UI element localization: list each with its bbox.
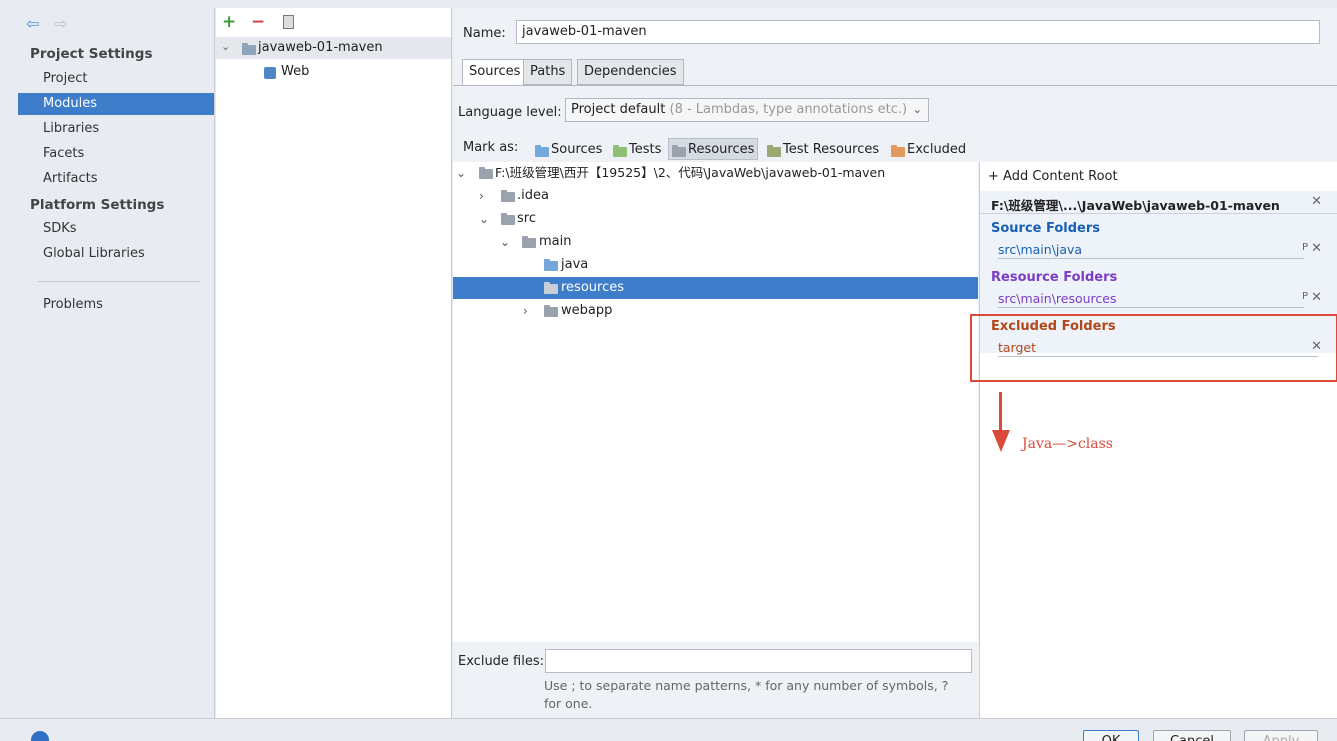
mark-sources-button[interactable]: Sources [532, 139, 605, 161]
tree-row-java[interactable]: java [453, 254, 978, 276]
chevron-down-icon: ⌄ [221, 40, 231, 53]
mark-resources-button[interactable]: Resources [668, 138, 759, 160]
tree-row-root[interactable]: ⌄ F:\班级管理\西开【19525】\2、代码\JavaWeb\javaweb… [453, 162, 978, 184]
forward-arrow-icon[interactable]: ⇨ [54, 14, 67, 33]
tab-paths[interactable]: Paths [523, 59, 573, 85]
mark-test-resources-button[interactable]: Test Resources [764, 139, 882, 161]
tree-row-resources[interactable]: resources [453, 277, 978, 299]
source-folders-title: Source Folders [991, 221, 1101, 236]
nav-item-global-libraries[interactable]: Global Libraries [18, 243, 214, 265]
mark-tests-button[interactable]: Tests [610, 139, 664, 161]
tree-main-label: main [539, 234, 572, 249]
folder-icon [501, 213, 515, 225]
tab-sources[interactable]: Sources [462, 59, 528, 85]
copy-icon[interactable] [283, 15, 294, 29]
modules-panel: + − ⌄ javaweb-01-maven Web [216, 8, 452, 718]
nav-item-facets[interactable]: Facets [18, 143, 214, 165]
folder-icon [544, 305, 558, 317]
module-row-web[interactable]: Web [216, 61, 451, 83]
tab-dependencies[interactable]: Dependencies [577, 59, 684, 85]
tree-idea-label: .idea [517, 188, 549, 203]
exclude-hint-line2: for one. [544, 696, 593, 711]
nav-item-problems[interactable]: Problems [18, 294, 214, 316]
nav-divider [38, 281, 200, 282]
exclude-files-input[interactable] [545, 649, 972, 673]
add-content-root-button[interactable]: + Add Content Root [988, 169, 1118, 184]
apply-button[interactable]: Apply [1244, 730, 1318, 741]
chevron-down-icon: ⌄ [500, 235, 511, 249]
name-label: Name: [463, 26, 506, 41]
tree-row-src[interactable]: ⌄ src [453, 208, 978, 230]
content-root-panel: + Add Content Root F:\班级管理\...\JavaWeb\j… [970, 162, 1337, 718]
source-folder-icon [535, 145, 549, 157]
language-level-value: Project default [571, 102, 666, 117]
nav-item-project[interactable]: Project [18, 68, 214, 90]
source-tree: ⌄ F:\班级管理\西开【19525】\2、代码\JavaWeb\javaweb… [453, 162, 978, 642]
chevron-down-icon: ⌄ [912, 103, 922, 116]
tree-row-idea[interactable]: › .idea [453, 185, 978, 207]
language-level-select[interactable]: Project default (8 - Lambdas, type annot… [565, 98, 929, 122]
help-icon[interactable] [31, 731, 49, 741]
source-folder-path: src\main\java [998, 242, 1083, 257]
tree-java-label: java [561, 257, 589, 272]
chevron-down-icon: ⌄ [456, 166, 467, 180]
nav-item-sdks[interactable]: SDKs [18, 218, 214, 240]
remove-icon[interactable]: − [251, 12, 265, 32]
close-icon[interactable]: ✕ [1311, 290, 1322, 305]
resource-folder-path: src\main\resources [998, 291, 1117, 306]
tree-src-label: src [517, 211, 536, 226]
module-web-label: Web [281, 64, 310, 79]
content-root-path: F:\班级管理\...\JavaWeb\javaweb-01-maven [991, 198, 1280, 213]
nav-item-modules[interactable]: Modules [18, 93, 214, 115]
cancel-button[interactable]: Cancel [1153, 730, 1231, 741]
properties-icon[interactable]: P [1302, 242, 1308, 253]
ok-button[interactable]: OK [1083, 730, 1139, 741]
folder-icon [501, 190, 515, 202]
test-folder-icon [613, 145, 627, 157]
close-icon[interactable]: ✕ [1311, 241, 1322, 256]
module-folder-icon [242, 43, 256, 55]
resource-folder-icon [672, 145, 686, 157]
annotation-highlight-box [970, 314, 1337, 382]
folder-icon [479, 167, 493, 179]
nav-item-artifacts[interactable]: Artifacts [18, 168, 214, 190]
close-icon[interactable]: ✕ [1311, 194, 1322, 209]
tree-row-webapp[interactable]: › webapp [453, 300, 978, 322]
source-folder-icon [544, 259, 558, 271]
exclude-hint-line1: Use ; to separate name patterns, * for a… [544, 678, 949, 693]
folder-icon [522, 236, 536, 248]
add-icon[interactable]: + [222, 12, 236, 32]
chevron-right-icon: › [523, 304, 528, 318]
language-level-label: Language level: [458, 105, 562, 120]
properties-icon[interactable]: P [1302, 291, 1308, 302]
tree-root-label: F:\班级管理\西开【19525】\2、代码\JavaWeb\javaweb-0… [495, 165, 886, 180]
module-row-root[interactable]: ⌄ javaweb-01-maven [216, 37, 451, 59]
mark-excluded-button[interactable]: Excluded [888, 139, 969, 161]
tree-row-main[interactable]: ⌄ main [453, 231, 978, 253]
settings-nav: ⇦ ⇨ Project Settings Project Modules Lib… [18, 8, 215, 718]
annotation-note: Java—>class [1022, 436, 1113, 452]
web-facet-icon [264, 67, 276, 79]
test-resource-folder-icon [767, 145, 781, 157]
chevron-down-icon: ⌄ [479, 212, 490, 226]
tree-webapp-label: webapp [561, 303, 613, 318]
name-input[interactable]: javaweb-01-maven [516, 20, 1320, 44]
nav-item-libraries[interactable]: Libraries [18, 118, 214, 140]
module-root-label: javaweb-01-maven [258, 40, 383, 55]
language-level-hint: (8 - Lambdas, type annotations etc.) [669, 102, 908, 117]
exclude-files-label: Exclude files: [458, 654, 545, 669]
tree-resources-label: resources [561, 280, 625, 295]
platform-settings-heading: Platform Settings [30, 197, 165, 213]
back-arrow-icon[interactable]: ⇦ [26, 14, 39, 33]
chevron-right-icon: › [479, 189, 484, 203]
excluded-folder-icon [891, 145, 905, 157]
annotation-arrow-down-icon [992, 430, 1010, 452]
mark-as-label: Mark as: [463, 140, 519, 155]
project-settings-heading: Project Settings [30, 46, 153, 62]
resource-folder-icon [544, 282, 558, 294]
resource-folders-title: Resource Folders [991, 270, 1118, 285]
